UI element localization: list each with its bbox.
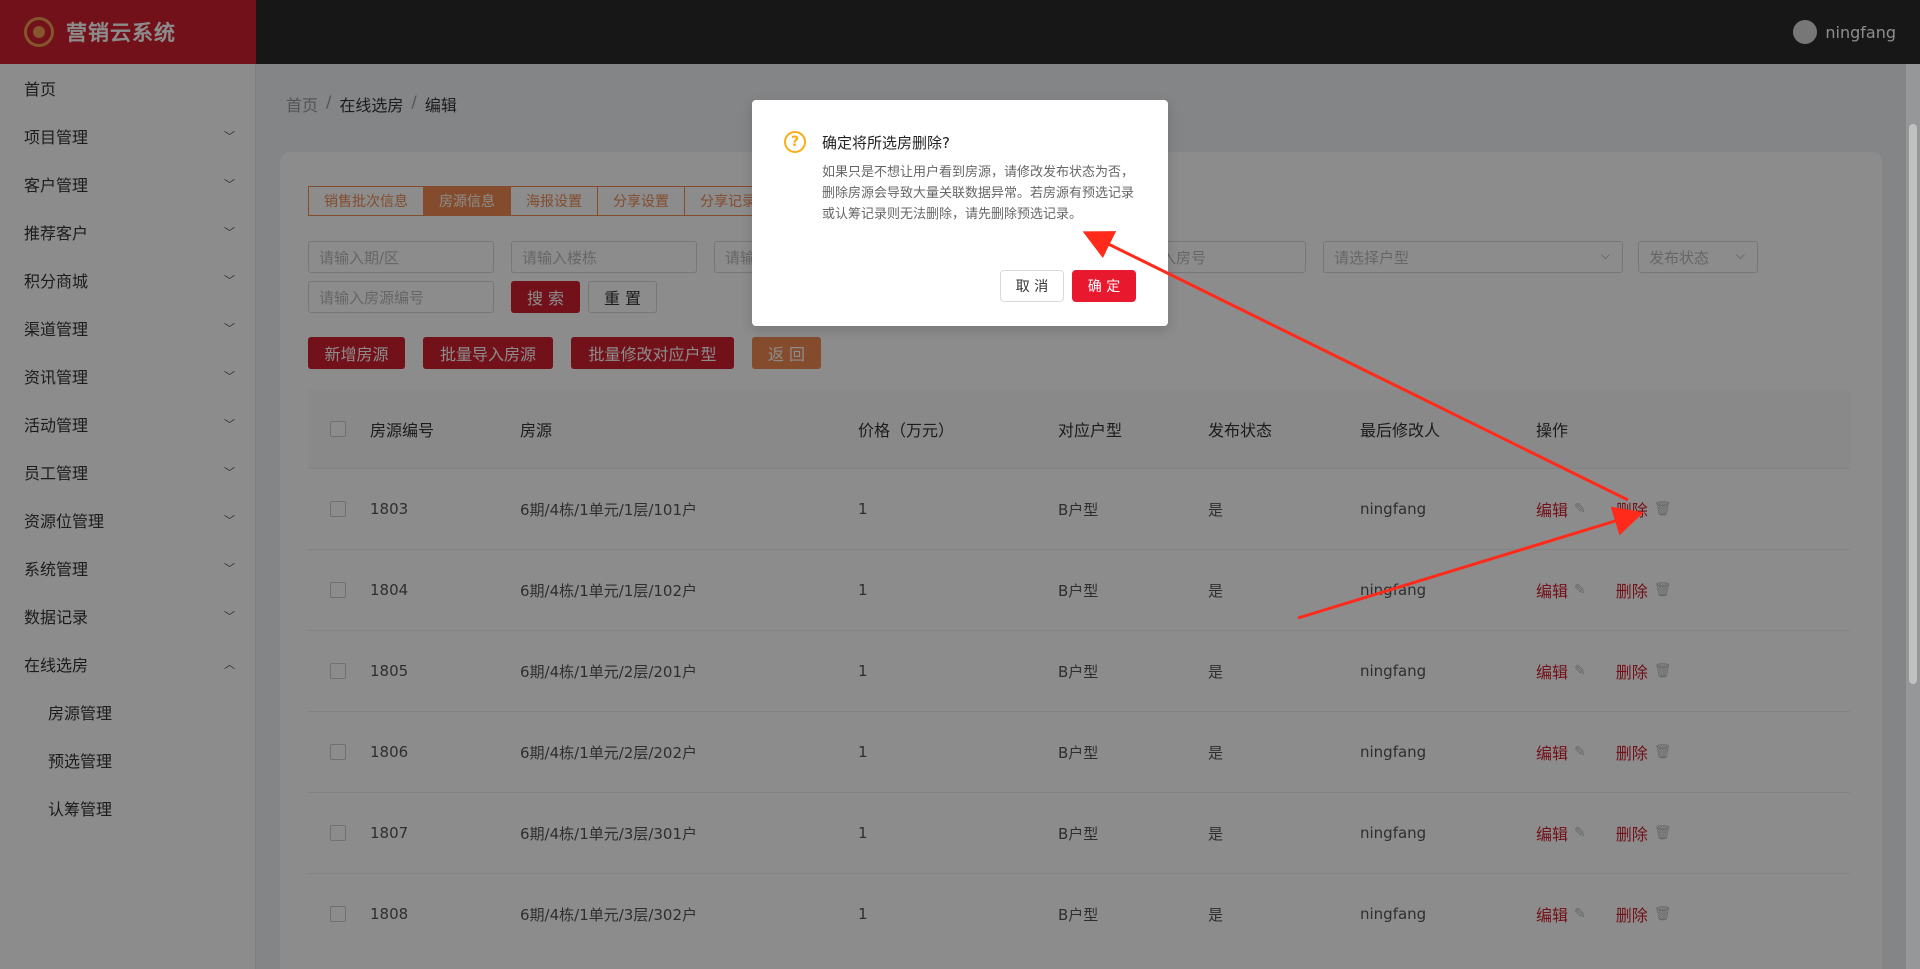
question-circle-icon: ? (784, 131, 806, 153)
dialog-content: 如果只是不想让用户看到房源，请修改发布状态为否，删除房源会导致大量关联数据异常。… (822, 165, 1135, 222)
scrollbar-thumb[interactable] (1909, 124, 1917, 684)
confirm-button[interactable]: 确 定 (1072, 270, 1136, 302)
confirm-delete-dialog: ? 确定将所选房删除? 如果只是不想让用户看到房源，请修改发布状态为否，删除房源… (752, 100, 1168, 326)
scrollbar[interactable] (1906, 64, 1920, 969)
dialog-title: 确定将所选房删除? (822, 134, 950, 152)
cancel-button[interactable]: 取 消 (1000, 270, 1064, 302)
